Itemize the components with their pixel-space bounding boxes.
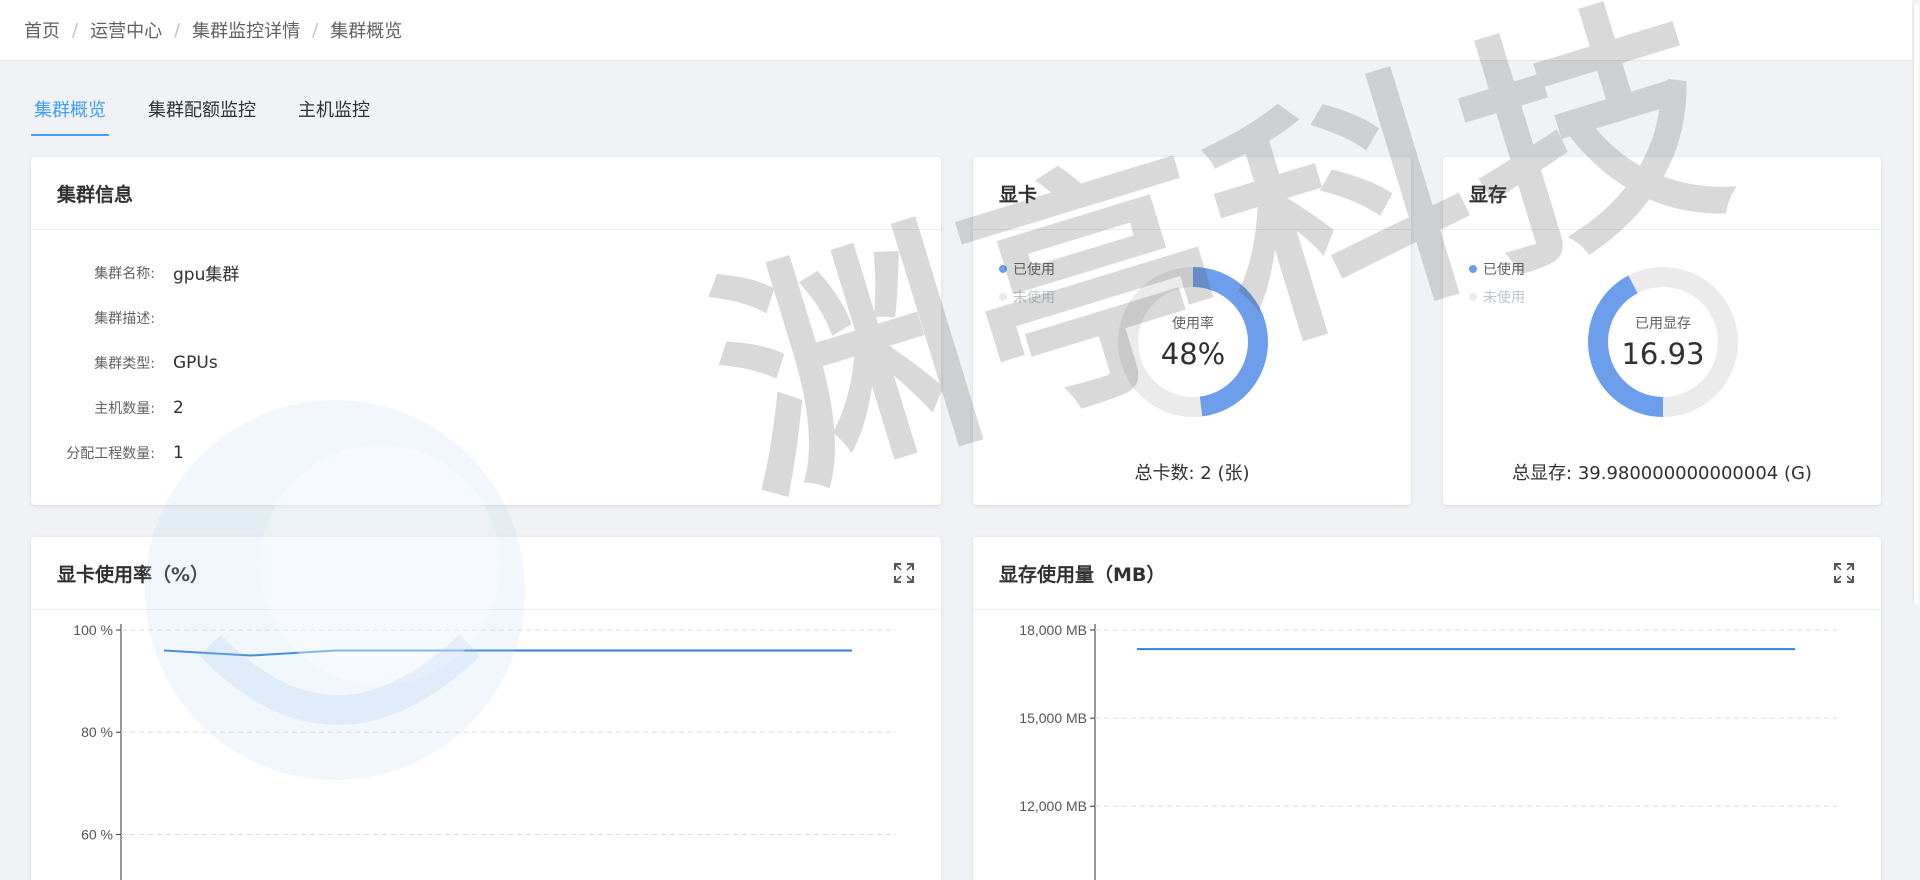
legend-dot-icon	[999, 293, 1007, 301]
legend-item-used[interactable]: 已使用	[999, 255, 1055, 283]
breadcrumb-home[interactable]: 首页	[24, 17, 60, 43]
breadcrumb: 首页 / 运营中心 / 集群监控详情 / 集群概览	[0, 0, 1912, 61]
info-value: 1	[173, 442, 184, 463]
tab-bar: 集群概览 集群配额监控 主机监控	[31, 96, 412, 136]
y-tick-label: 60 %	[81, 826, 113, 842]
info-row-projects: 分配工程数量: 1	[31, 430, 941, 475]
gpu-usage-chart-card: 显卡使用率（%） 100 % 80 % 60 %	[31, 537, 941, 880]
card-header: 显存	[1443, 157, 1881, 230]
y-tick-label: 18,000 MB	[1019, 622, 1087, 638]
breadcrumb-separator: /	[312, 19, 319, 41]
legend-label: 未使用	[1013, 290, 1055, 306]
info-value: 2	[173, 397, 184, 418]
info-label: 集群类型:	[94, 355, 155, 372]
legend-item-unused[interactable]: 未使用	[1469, 283, 1525, 311]
legend-item-unused[interactable]: 未使用	[999, 283, 1055, 311]
donut-center-label: 使用率	[1172, 316, 1214, 332]
chart-legend: 已使用 未使用	[999, 255, 1055, 311]
memory-usage-line-chart: 18,000 MB15,000 MB12,000 MB9,000 MB	[1019, 622, 1837, 880]
card-header: 集群信息	[31, 157, 941, 230]
cluster-info-card: 集群信息 集群名称: gpu集群 集群描述: 集群类型: GPUs 主机数量: …	[31, 157, 941, 505]
y-tick-label: 15,000 MB	[1019, 710, 1087, 726]
fullscreen-icon[interactable]	[893, 562, 915, 584]
y-tick-label: 12,000 MB	[1019, 798, 1087, 814]
legend-dot-icon	[1469, 293, 1477, 301]
info-row-hosts: 主机数量: 2	[31, 385, 941, 430]
tab-host-monitor[interactable]: 主机监控	[298, 96, 370, 136]
info-row-name: 集群名称: gpu集群	[31, 250, 941, 295]
info-list: 集群名称: gpu集群 集群描述: 集群类型: GPUs 主机数量: 2 分配工…	[31, 230, 941, 475]
donut-center: 使用率 48%	[1113, 262, 1273, 422]
breadcrumb-cluster-detail[interactable]: 集群监控详情	[192, 17, 300, 43]
legend-item-used[interactable]: 已使用	[1469, 255, 1525, 283]
series-line	[163, 649, 852, 657]
card-header: 显卡	[973, 157, 1411, 230]
legend-dot-icon	[1469, 265, 1477, 273]
total-card-count: 总卡数: 2 (张)	[1134, 463, 1250, 484]
tab-cluster-overview[interactable]: 集群概览	[31, 96, 109, 136]
breadcrumb-separator: /	[174, 19, 181, 41]
donut-center: 已用显存 16.93	[1583, 262, 1743, 422]
gpu-memory-card: 显存 已使用 未使用 已用显存 16.93 总显存: 39.9800000000…	[1443, 157, 1881, 505]
page-scrollbar[interactable]	[1912, 0, 1920, 880]
info-row-type: 集群类型: GPUs	[31, 340, 941, 385]
donut-center-value: 48%	[1160, 337, 1226, 371]
card-title: 集群信息	[57, 183, 134, 206]
breadcrumb-separator: /	[72, 19, 79, 41]
tab-cluster-quota[interactable]: 集群配额监控	[148, 96, 256, 136]
breadcrumb-current: 集群概览	[330, 21, 403, 42]
info-row-description: 集群描述:	[31, 295, 941, 340]
card-header: 显卡使用率（%）	[31, 537, 941, 610]
legend-dot-icon	[999, 265, 1007, 273]
fullscreen-icon[interactable]	[1833, 562, 1855, 584]
info-value: GPUs	[173, 352, 218, 373]
card-title: 显存使用量（MB）	[999, 563, 1166, 586]
memory-usage-chart-card: 显存使用量（MB） 18,000 MB15,000 MB12,000 MB9,0…	[973, 537, 1881, 880]
card-header: 显存使用量（MB）	[973, 537, 1881, 610]
info-label: 集群描述:	[94, 310, 155, 327]
card-title: 显卡使用率（%）	[57, 563, 210, 586]
donut-center-value: 16.93	[1621, 337, 1705, 371]
legend-label: 已使用	[1013, 262, 1055, 278]
info-label: 分配工程数量:	[66, 445, 155, 462]
card-title: 显卡	[999, 183, 1038, 206]
breadcrumb-ops-center[interactable]: 运营中心	[90, 17, 162, 43]
legend-label: 未使用	[1483, 290, 1525, 306]
gpu-card: 显卡 已使用 未使用 使用率 48% 总卡数: 2 (张)	[973, 157, 1411, 505]
card-title: 显存	[1469, 183, 1508, 206]
donut-center-label: 已用显存	[1635, 316, 1691, 332]
info-value: gpu集群	[173, 265, 240, 285]
info-label: 主机数量:	[94, 400, 155, 417]
chart-legend: 已使用 未使用	[1469, 255, 1525, 311]
y-tick-label: 100 %	[73, 622, 113, 638]
gpu-usage-line-chart: 100 % 80 % 60 %	[73, 622, 896, 880]
y-tick-label: 80 %	[81, 724, 113, 740]
scrollbar-thumb[interactable]	[1913, 4, 1919, 604]
info-label: 集群名称:	[94, 265, 155, 282]
legend-label: 已使用	[1483, 262, 1525, 278]
total-memory: 总显存: 39.980000000000004 (G)	[1512, 463, 1812, 484]
